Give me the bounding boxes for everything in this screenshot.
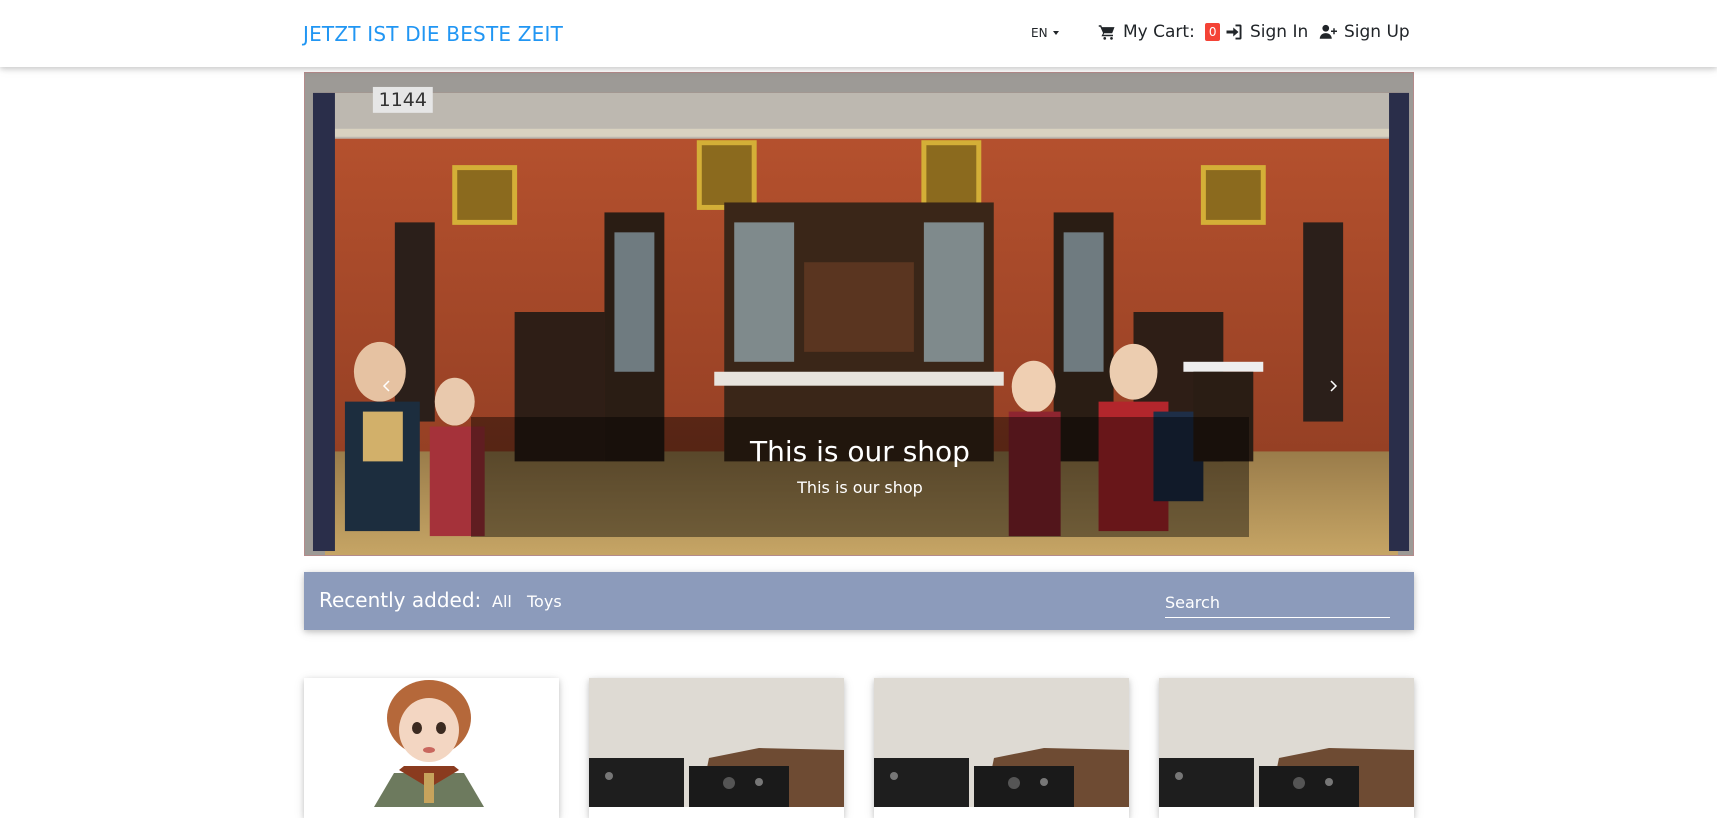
recently-added-heading: Recently added: bbox=[319, 588, 482, 612]
cart-link[interactable]: My Cart: 0 bbox=[1098, 22, 1221, 42]
carousel-next-button[interactable] bbox=[1323, 371, 1343, 401]
language-dropdown[interactable]: EN bbox=[1031, 26, 1059, 40]
sign-in-label: Sign In bbox=[1250, 22, 1309, 42]
caret-down-icon bbox=[1052, 31, 1059, 35]
product-image-box-camera bbox=[874, 678, 1129, 807]
caption-text: This is our shop bbox=[797, 478, 923, 497]
category-all-link[interactable]: All bbox=[492, 592, 512, 611]
product-card[interactable] bbox=[1159, 678, 1414, 818]
cart-label: My Cart: bbox=[1123, 22, 1195, 42]
cart-count-badge: 0 bbox=[1204, 23, 1221, 41]
sign-in-icon bbox=[1226, 24, 1242, 40]
hero-carousel[interactable]: 1144 This is our shop This is our shop bbox=[304, 72, 1414, 556]
category-toys-link[interactable]: Toys bbox=[527, 592, 562, 611]
product-card[interactable] bbox=[589, 678, 844, 818]
chevron-right-icon bbox=[1330, 380, 1338, 392]
image-lot-number: 1144 bbox=[379, 89, 427, 111]
sign-in-link[interactable]: Sign In bbox=[1225, 22, 1308, 42]
language-label: EN bbox=[1031, 26, 1048, 40]
navbar: JETZT IST DIE BESTE ZEIT EN My Cart: 0 S… bbox=[0, 0, 1717, 67]
sign-up-label: Sign Up bbox=[1344, 22, 1410, 42]
product-card[interactable] bbox=[874, 678, 1129, 818]
product-card[interactable] bbox=[304, 678, 559, 818]
search-input[interactable] bbox=[1165, 588, 1390, 618]
product-image-box-camera bbox=[1159, 678, 1414, 807]
shopping-cart-icon bbox=[1098, 25, 1115, 40]
chevron-left-icon bbox=[382, 380, 390, 392]
product-image-doll bbox=[304, 678, 559, 807]
carousel-prev-button[interactable] bbox=[377, 371, 397, 401]
sign-up-link[interactable]: Sign Up bbox=[1319, 22, 1410, 42]
caption-title: This is our shop bbox=[750, 435, 970, 468]
user-plus-icon bbox=[1319, 24, 1337, 39]
carousel-caption: This is our shop This is our shop bbox=[471, 417, 1249, 537]
product-image-box-camera bbox=[589, 678, 844, 807]
category-filter-bar: Recently added: All Toys bbox=[304, 572, 1414, 630]
brand-logo[interactable]: JETZT IST DIE BESTE ZEIT bbox=[303, 22, 563, 46]
